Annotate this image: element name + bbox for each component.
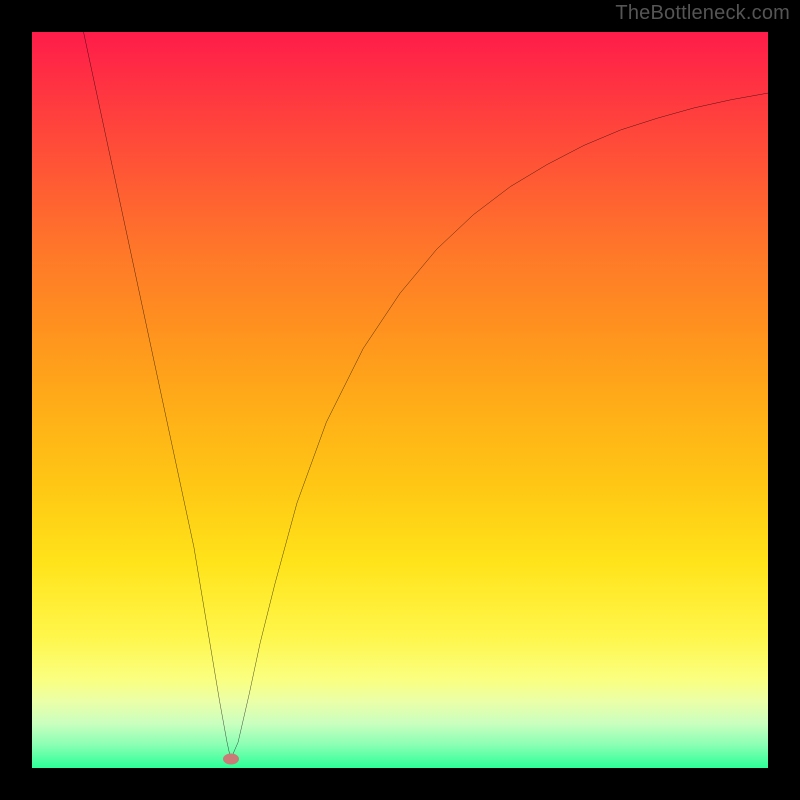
chart-plot-area [32,32,768,768]
watermark: TheBottleneck.com [615,2,790,25]
min-marker [223,754,239,765]
curve-svg [32,32,768,768]
bottleneck-curve [84,32,768,759]
